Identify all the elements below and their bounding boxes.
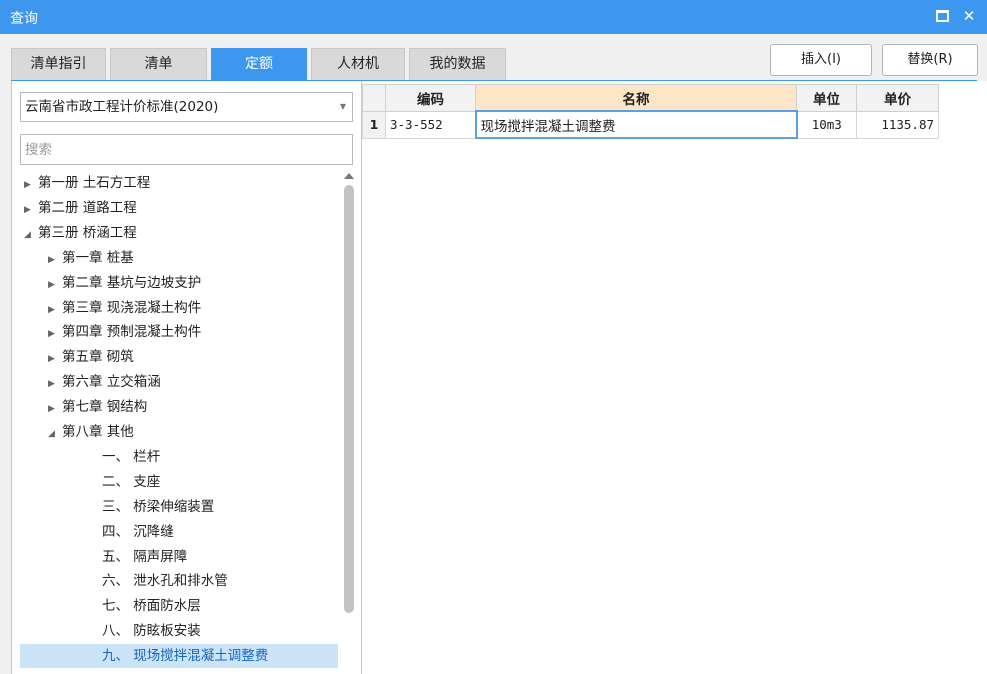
tab-labor-material-machine[interactable]: 人材机 — [311, 48, 405, 80]
replace-button[interactable]: 替换(R) — [882, 44, 978, 76]
tree-node-label: 第一章 桩基 — [62, 250, 134, 266]
tree-node[interactable]: ▶ 第七章 钢结构 — [20, 395, 338, 419]
collapsed-arrow-icon[interactable]: ▶ — [48, 372, 62, 396]
chevron-down-icon: ▼ — [339, 102, 346, 111]
scroll-thumb[interactable] — [344, 185, 354, 613]
tree-node[interactable]: 五、 隔声屏障 — [20, 545, 338, 569]
tree-node[interactable]: ◢ 第三册 桥涵工程 — [20, 221, 338, 245]
tree-node-label: 第五章 砌筑 — [62, 349, 134, 365]
search-input[interactable] — [20, 134, 353, 165]
tree-node[interactable]: ▶ 第二章 基坑与边坡支护 — [20, 271, 338, 295]
title-bar: 查询 ✕ — [0, 0, 987, 34]
tree-node-label: 第八章 其他 — [62, 424, 134, 440]
table-row[interactable]: 1 3-3-552 现场搅拌混凝土调整费 10m3 1135.87 — [362, 110, 939, 139]
tree-node[interactable]: ▶ 第四章 预制混凝土构件 — [20, 320, 338, 344]
cell-unit[interactable]: 10m3 — [796, 110, 857, 139]
tree-node[interactable]: ▶ 第一章 桩基 — [20, 246, 338, 270]
window-title: 查询 — [10, 11, 38, 27]
tree-node-label: 一、 栏杆 — [102, 449, 161, 465]
collapsed-arrow-icon[interactable]: ▶ — [24, 173, 38, 197]
tree-node[interactable]: 一、 栏杆 — [20, 445, 338, 469]
tree-node-label: 第七章 钢结构 — [62, 399, 148, 415]
collapsed-arrow-icon[interactable]: ▶ — [48, 347, 62, 371]
tree-node[interactable]: 八、 防眩板安装 — [20, 619, 338, 643]
tree-node[interactable]: 六、 泄水孔和排水管 — [20, 569, 338, 593]
tree-node[interactable]: 二、 支座 — [20, 470, 338, 494]
cell-name[interactable]: 现场搅拌混凝土调整费 — [474, 110, 798, 139]
library-select-value: 云南省市政工程计价标准(2020) — [25, 99, 219, 115]
tree-node[interactable]: ◢ 第八章 其他 — [20, 420, 338, 444]
tree-node[interactable]: ▶ 第一册 土石方工程 — [20, 171, 338, 195]
tree-node[interactable]: 三、 桥梁伸缩装置 — [20, 495, 338, 519]
tree-node-label: 五、 隔声屏障 — [102, 549, 188, 565]
column-header-price[interactable]: 单价 — [856, 84, 939, 112]
insert-button[interactable]: 插入(I) — [770, 44, 872, 76]
tree-node-label: 第三册 桥涵工程 — [38, 225, 137, 241]
expanded-arrow-icon[interactable]: ◢ — [48, 422, 62, 446]
quota-table: 编码 名称 单位 单价 1 3-3-552 现场搅拌混凝土调整费 10m3 11… — [362, 84, 939, 139]
left-panel: 云南省市政工程计价标准(2020) ▼ ▶第一册 土石方工程▶第二册 道路工程◢… — [11, 81, 362, 674]
column-header-code[interactable]: 编码 — [385, 84, 476, 112]
tree-node[interactable]: 九、 现场搅拌混凝土调整费 — [20, 644, 338, 668]
row-number-header — [362, 84, 386, 112]
collapsed-arrow-icon[interactable]: ▶ — [48, 273, 62, 297]
tree-scrollbar[interactable] — [342, 171, 356, 674]
tab-bill-guide[interactable]: 清单指引 — [11, 48, 106, 80]
column-header-unit[interactable]: 单位 — [796, 84, 857, 112]
collapsed-arrow-icon[interactable]: ▶ — [24, 198, 38, 222]
maximize-icon[interactable] — [934, 8, 950, 24]
close-icon[interactable]: ✕ — [961, 8, 977, 24]
tree-node[interactable]: ▶ 第五章 砌筑 — [20, 345, 338, 369]
collapsed-arrow-icon[interactable]: ▶ — [48, 397, 62, 421]
tree-node[interactable]: ▶ 第三章 现浇混凝土构件 — [20, 296, 338, 320]
tree-node[interactable]: ▶ 第二册 道路工程 — [20, 196, 338, 220]
collapsed-arrow-icon[interactable]: ▶ — [48, 298, 62, 322]
row-number: 1 — [362, 110, 386, 139]
tree-node-label: 四、 沉降缝 — [102, 524, 174, 540]
collapsed-arrow-icon[interactable]: ▶ — [48, 322, 62, 346]
tree-node-label: 三、 桥梁伸缩装置 — [102, 499, 215, 515]
tab-quota[interactable]: 定额 — [211, 48, 307, 80]
tree-node-label: 八、 防眩板安装 — [102, 623, 201, 639]
tree-node-label: 六、 泄水孔和排水管 — [102, 573, 228, 589]
tree-node[interactable]: 四、 沉降缝 — [20, 520, 338, 544]
cell-price[interactable]: 1135.87 — [856, 110, 939, 139]
tab-bill[interactable]: 清单 — [110, 48, 207, 80]
tree-node-label: 第一册 土石方工程 — [38, 175, 151, 191]
tree-node-label: 九、 现场搅拌混凝土调整费 — [102, 648, 269, 664]
tree-node-label: 第四章 预制混凝土构件 — [62, 324, 202, 340]
tree-node-label: 七、 桥面防水层 — [102, 598, 201, 614]
tree-node-label: 第六章 立交箱涵 — [62, 374, 161, 390]
tree-node-label: 第二册 道路工程 — [38, 200, 137, 216]
quota-grid-area: 编码 名称 单位 单价 1 3-3-552 现场搅拌混凝土调整费 10m3 11… — [362, 81, 987, 674]
chapter-tree: ▶ 第一册 土石方工程 ▶ 第二册 道路工程 ◢ 第三册 桥涵工程 ▶ 第一章 桩基 ▶ 第二章 … — [20, 171, 338, 674]
scroll-up-icon[interactable] — [344, 173, 354, 179]
cell-code[interactable]: 3-3-552 — [385, 110, 476, 139]
tree-node-label: 第二章 基坑与边坡支护 — [62, 275, 202, 291]
expanded-arrow-icon[interactable]: ◢ — [24, 223, 38, 247]
tab-my-data[interactable]: 我的数据 — [409, 48, 506, 80]
tree-node[interactable]: ▶ 第六章 立交箱涵 — [20, 370, 338, 394]
tree-node-label: 第三章 现浇混凝土构件 — [62, 300, 202, 316]
collapsed-arrow-icon[interactable]: ▶ — [48, 248, 62, 272]
column-header-name[interactable]: 名称 — [475, 84, 797, 112]
tree-node[interactable]: 七、 桥面防水层 — [20, 594, 338, 618]
tree-node-label: 二、 支座 — [102, 474, 161, 490]
library-select[interactable]: 云南省市政工程计价标准(2020) ▼ — [20, 92, 353, 122]
